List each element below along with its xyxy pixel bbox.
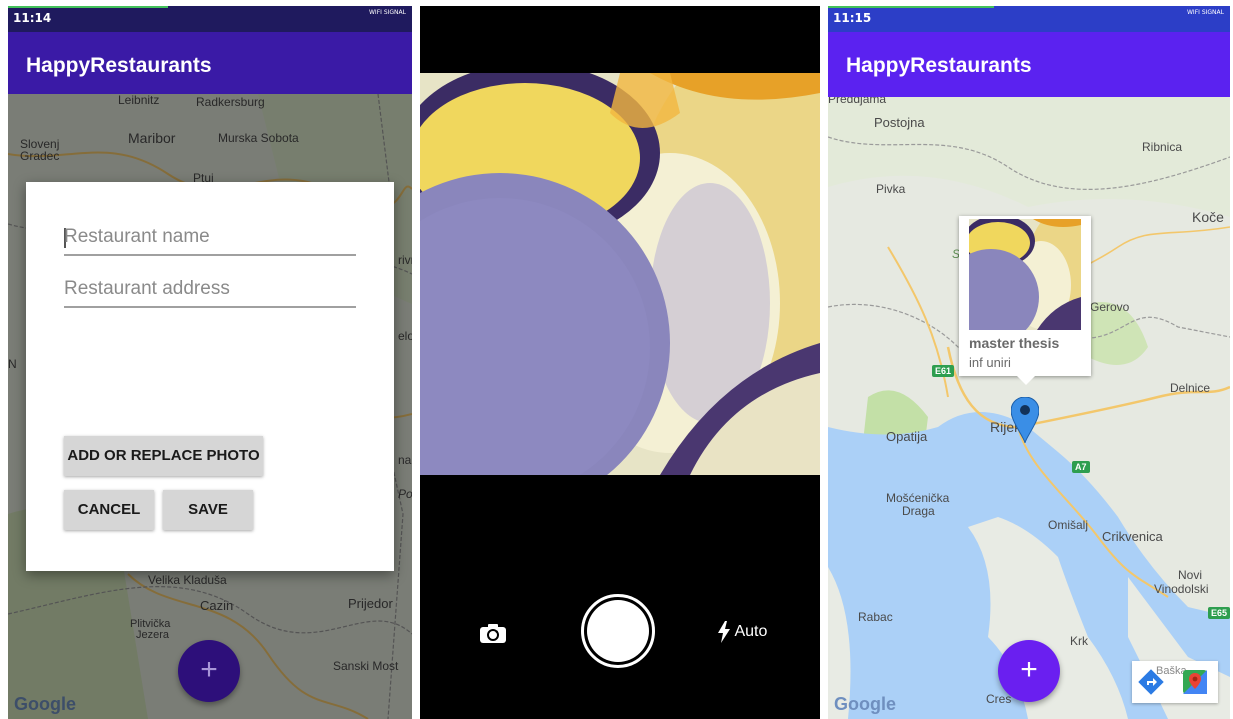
restaurant-address-placeholder: Restaurant address xyxy=(64,278,230,299)
save-button[interactable]: SAVE xyxy=(163,490,253,530)
map-label: Rabac xyxy=(858,610,893,624)
status-bar: 11:14 WIFI SIGNAL xyxy=(8,6,412,32)
flash-mode-toggle[interactable]: Auto xyxy=(718,621,767,647)
map-label: Delnice xyxy=(1170,381,1211,395)
restaurant-name-input[interactable]: Restaurant name xyxy=(64,224,356,256)
map-label: Omišalj xyxy=(1048,518,1089,532)
road-shield: A7 xyxy=(1072,461,1090,473)
app-title: HappyRestaurants xyxy=(846,54,1032,77)
open-in-maps-button[interactable] xyxy=(1182,669,1210,697)
map-toolbar: Baška xyxy=(1132,661,1218,703)
shutter-inner xyxy=(587,600,649,662)
map-label: Novi xyxy=(1178,568,1203,582)
map-pin-icon xyxy=(1011,397,1039,444)
add-photo-button[interactable]: ADD OR REPLACE PHOTO xyxy=(64,436,263,476)
map-label: Krk xyxy=(1070,634,1088,648)
google-maps-icon xyxy=(1183,670,1207,694)
status-time: 11:14 xyxy=(13,11,52,25)
map-label: Mošćenička xyxy=(886,491,950,505)
map-label: Postojna xyxy=(874,115,925,130)
plus-icon: + xyxy=(200,653,218,686)
map-label: Vinodolski xyxy=(1154,582,1209,596)
loading-progress xyxy=(828,6,994,8)
restaurant-address-input[interactable]: Restaurant address xyxy=(64,276,356,308)
shutter-button[interactable] xyxy=(581,594,655,668)
info-window-title: master thesis xyxy=(969,335,1060,351)
road-shield: E65 xyxy=(1208,607,1230,619)
switch-camera-button[interactable] xyxy=(478,622,510,644)
signal-icon: WIFI SIGNAL xyxy=(1187,9,1224,16)
add-restaurant-dialog: Restaurant name Restaurant address ADD O… xyxy=(26,182,394,571)
restaurant-name-placeholder: Restaurant name xyxy=(64,226,210,247)
plus-icon: + xyxy=(1020,653,1038,686)
app-bar: HappyRestaurants xyxy=(828,32,1230,97)
flash-label: Auto xyxy=(734,623,768,640)
map-label: Gerovo xyxy=(1090,300,1130,314)
add-restaurant-fab[interactable]: + xyxy=(178,640,240,702)
map-label: Ribnica xyxy=(1142,140,1183,154)
loading-progress xyxy=(8,6,168,8)
add-restaurant-fab[interactable]: + xyxy=(998,640,1060,702)
map-label: Crikvenica xyxy=(1102,529,1163,544)
app-bar: HappyRestaurants xyxy=(8,32,412,94)
marker-info-window[interactable]: master thesis inf uniri xyxy=(959,216,1091,385)
directions-button[interactable] xyxy=(1138,669,1166,697)
camera-preview[interactable] xyxy=(420,73,820,475)
add-restaurant-screen: Leibnitz Radkersburg Slovenj Gradec Mari… xyxy=(8,6,412,719)
restaurant-photo-thumbnail xyxy=(969,219,1081,330)
camera-screen: Auto xyxy=(420,6,820,719)
camera-switch-icon xyxy=(480,624,506,643)
directions-icon xyxy=(1138,669,1164,695)
map-label: Cres xyxy=(986,692,1012,706)
map-label: Opatija xyxy=(886,429,928,444)
restaurant-marker[interactable] xyxy=(1011,397,1039,445)
app-title: HappyRestaurants xyxy=(26,54,212,77)
status-bar: 11:15 WIFI SIGNAL xyxy=(828,6,1230,32)
info-window-pointer xyxy=(1017,376,1035,385)
map-screen: Preddjama Postojna Ribnica Pivka Koče S … xyxy=(828,6,1230,719)
map-label: Draga xyxy=(902,504,935,518)
camera-preview-image xyxy=(420,73,820,475)
status-time: 11:15 xyxy=(833,11,872,25)
signal-icon: WIFI SIGNAL xyxy=(369,9,406,16)
road-shield: E61 xyxy=(932,365,955,377)
map-label: Preddjama xyxy=(828,97,887,106)
map-label: Pivka xyxy=(876,182,906,196)
restaurant-photo xyxy=(969,219,1081,330)
cancel-button[interactable]: CANCEL xyxy=(64,490,154,530)
info-window-snippet: inf uniri xyxy=(969,355,1011,370)
flash-icon xyxy=(718,621,730,643)
map-view[interactable]: Preddjama Postojna Ribnica Pivka Koče S … xyxy=(828,97,1230,719)
google-logo: Google xyxy=(834,694,896,714)
map-label: Koče xyxy=(1192,209,1224,225)
